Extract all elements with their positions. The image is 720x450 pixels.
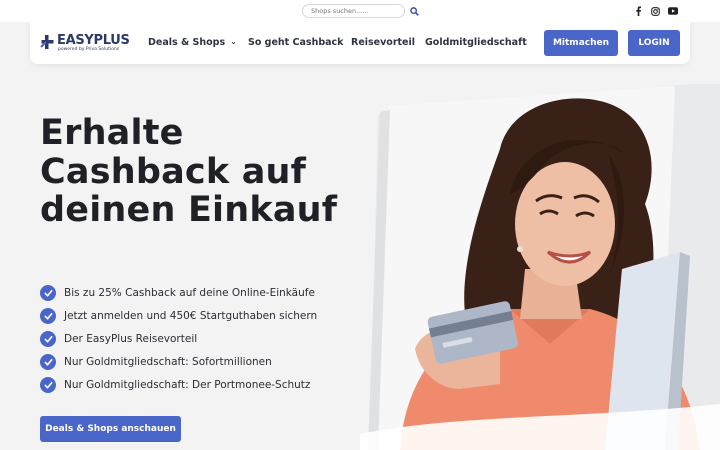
feature-text: Nur Goldmitgliedschaft: Der Portmonee-Sc… <box>64 379 311 391</box>
feature-text: Jetzt anmelden und 450€ Startguthaben si… <box>64 310 318 322</box>
check-icon <box>40 331 56 347</box>
nav-item-deals-shops[interactable]: Deals & Shops ⌄ <box>148 37 237 48</box>
hero-photo <box>360 84 720 450</box>
hero-title: Erhalte Cashback auf deinen Einkauf <box>40 113 338 230</box>
feature-text: Bis zu 25% Cashback auf deine Online-Ein… <box>64 287 315 299</box>
main-navigation: EASYPLUS powered by Priva Solutions Deal… <box>30 22 690 64</box>
nav-item-goldmitgliedschaft[interactable]: Goldmitgliedschaft <box>425 37 527 48</box>
check-icon <box>40 377 56 393</box>
search-input[interactable] <box>302 4 405 18</box>
feature-text: Nur Goldmitgliedschaft: Sofortmillionen <box>64 356 272 368</box>
check-icon <box>40 354 56 370</box>
top-bar <box>0 0 720 22</box>
chevron-down-icon: ⌄ <box>230 37 237 46</box>
search-icon <box>409 6 419 16</box>
check-icon <box>40 285 56 301</box>
facebook-icon[interactable] <box>632 5 644 17</box>
deals-shops-cta-button[interactable]: Deals & Shops anschauen <box>40 416 181 442</box>
nav-item-reisevorteil[interactable]: Reisevorteil <box>351 37 415 48</box>
logo[interactable]: EASYPLUS powered by Priva Solutions <box>40 33 130 55</box>
search-button[interactable] <box>407 4 421 18</box>
instagram-icon[interactable] <box>649 5 661 17</box>
login-button[interactable]: LOGIN <box>628 30 680 56</box>
feature-text: Der EasyPlus Reisevorteil <box>64 333 198 345</box>
check-icon <box>40 308 56 324</box>
brand-tagline: powered by Priva Solutions <box>58 47 120 52</box>
logo-mark-icon <box>40 35 54 49</box>
brand-name: EASYPLUS <box>57 33 130 48</box>
join-button[interactable]: Mitmachen <box>544 30 618 56</box>
nav-item-label: Deals & Shops <box>148 37 226 48</box>
youtube-icon[interactable] <box>667 5 679 17</box>
nav-item-so-geht-cashback[interactable]: So geht Cashback <box>248 37 344 48</box>
